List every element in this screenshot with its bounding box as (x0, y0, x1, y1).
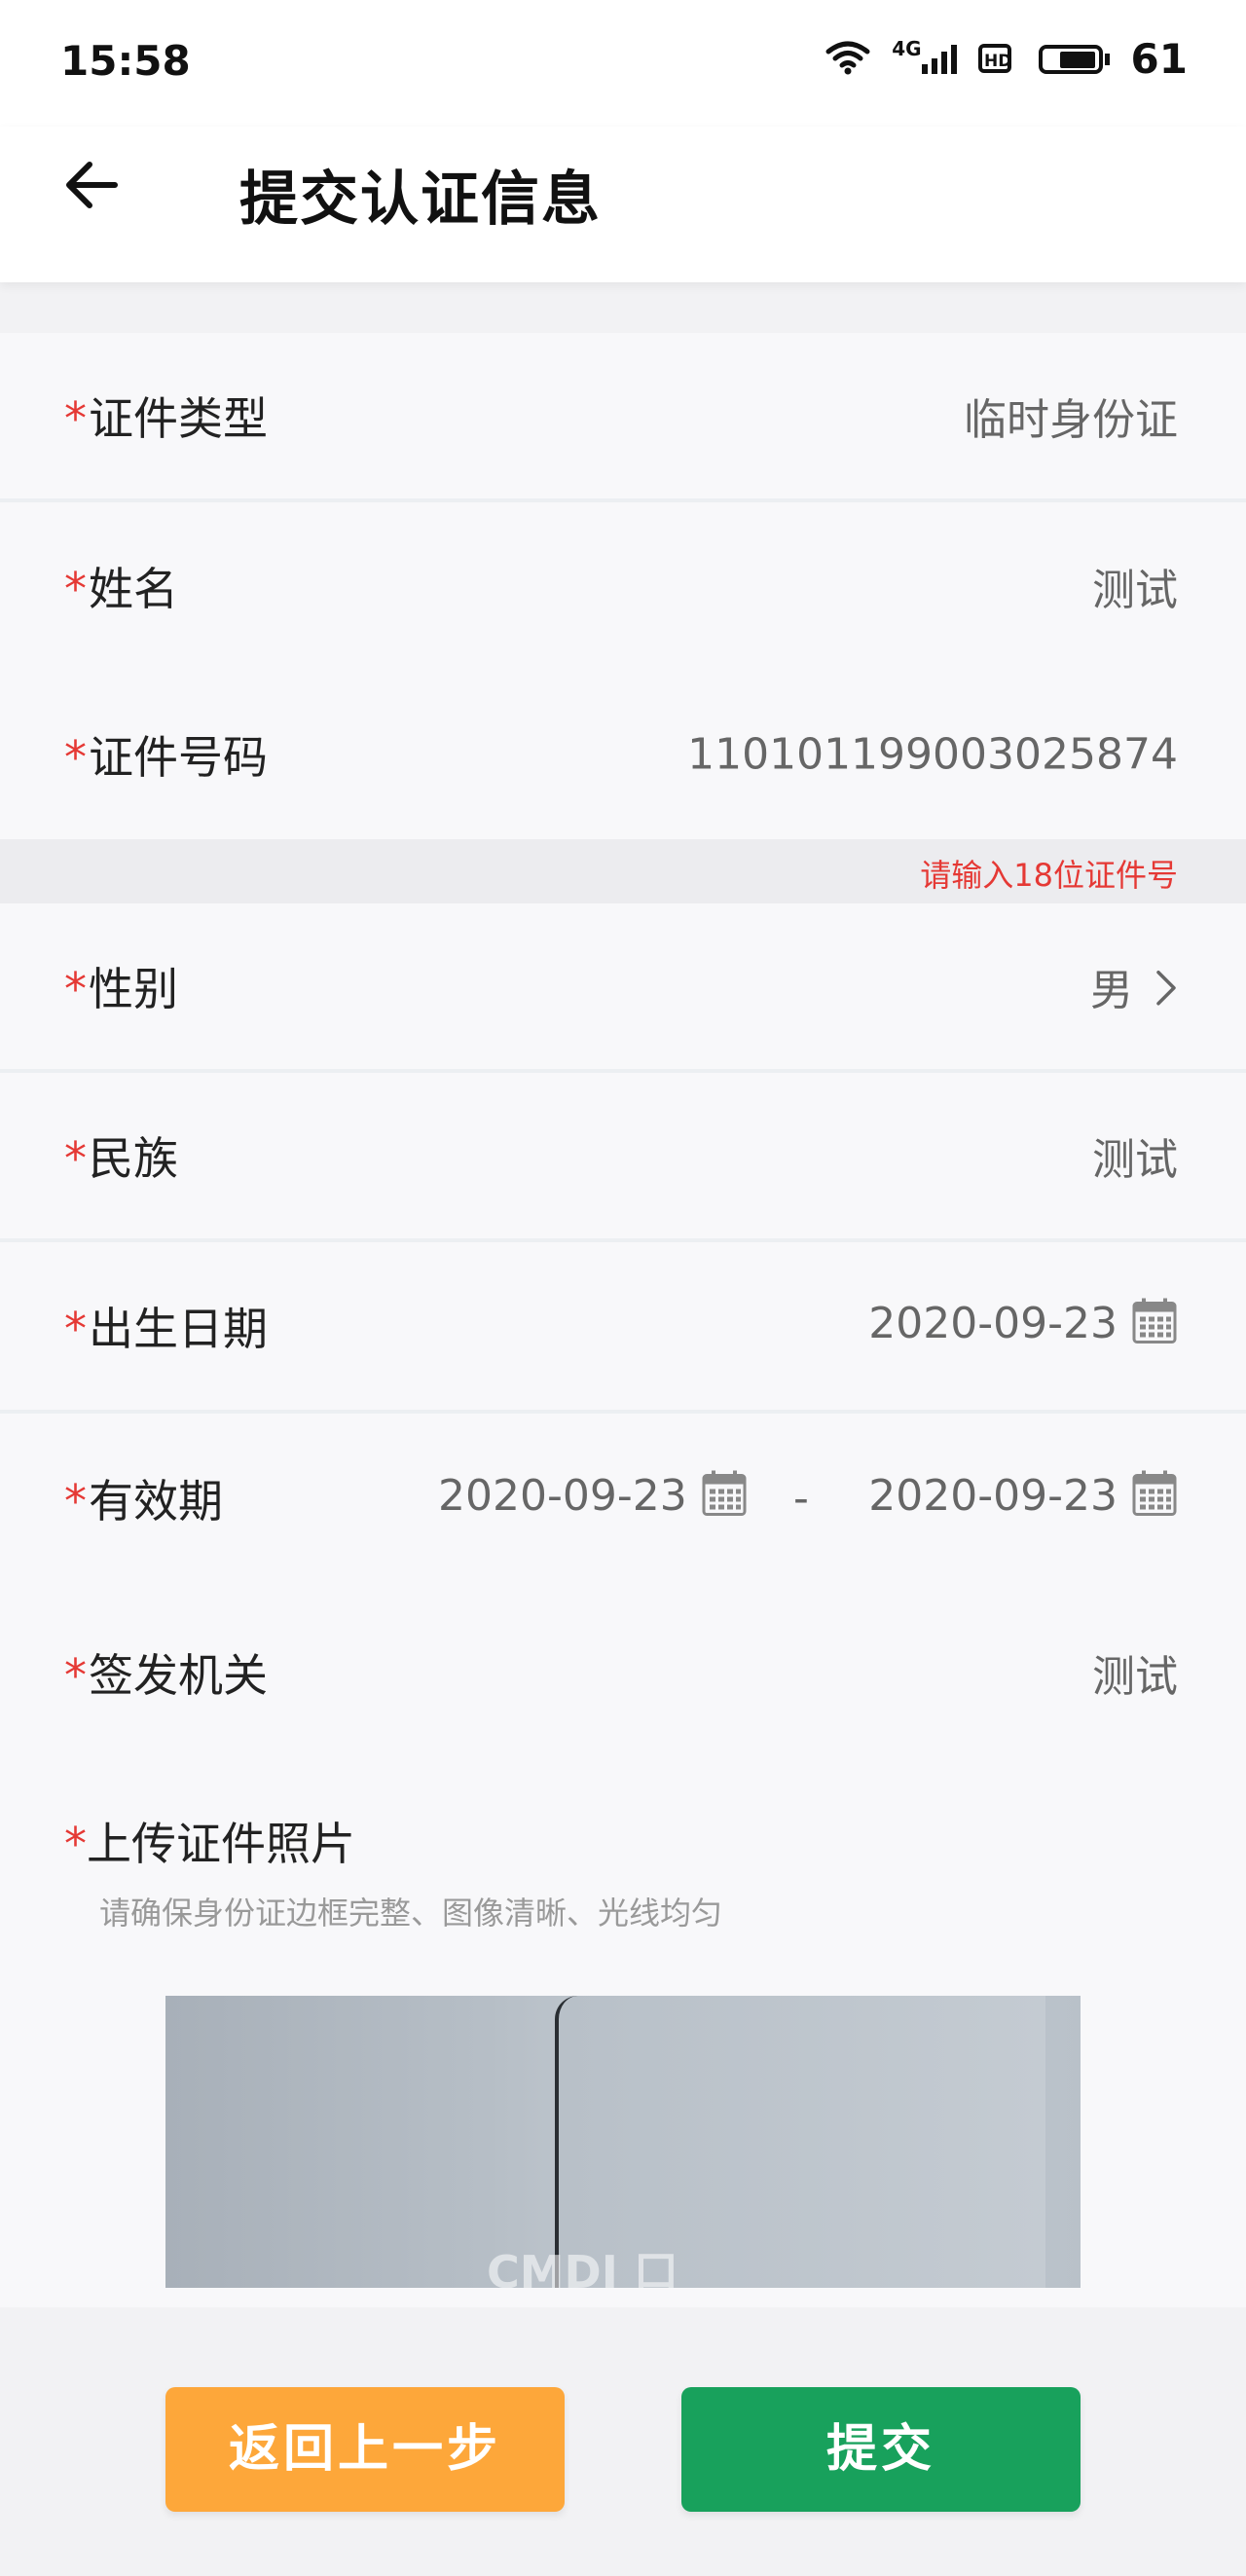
id-number-row[interactable]: *证件号码 110101199003025874 (0, 670, 1246, 839)
battery-icon (1038, 44, 1110, 74)
network-type: 4G (892, 37, 957, 74)
nav-bar (0, 127, 1246, 282)
status-time: 15:58 (60, 37, 191, 85)
required-mark: * (64, 963, 87, 1015)
name-label: 姓名 (89, 563, 178, 615)
calendar-icon[interactable] (1131, 1297, 1178, 1356)
back-button[interactable] (58, 151, 127, 219)
chevron-right-icon (1154, 968, 1178, 1017)
gender-label: 性别 (89, 963, 178, 1015)
id-type-value: 临时身份证 (964, 395, 1178, 445)
ethnicity-row[interactable]: *民族 测试 (0, 1073, 1246, 1238)
upload-section: *上传证件照片 请确保身份证边框完整、图像清晰、光线均匀 CMDI 口 (0, 1762, 1246, 2307)
validity-end-value[interactable]: 2020-09-23 (868, 1471, 1118, 1521)
issuer-row[interactable]: *签发机关 测试 (0, 1583, 1246, 1762)
signal-icon (921, 44, 957, 74)
gender-value: 男 (1090, 965, 1133, 1015)
back-step-button[interactable]: 返回上一步 (165, 2387, 565, 2512)
required-mark: * (64, 1132, 87, 1185)
id-number-input[interactable]: 110101199003025874 (687, 730, 1178, 780)
status-bar: 15:58 4G HD 61 (0, 0, 1246, 127)
svg-text:HD: HD (984, 52, 1011, 71)
upload-tip: 请确保身份证边框完整、图像清晰、光线均匀 (99, 1895, 723, 1932)
battery-level: 61 (1130, 35, 1188, 83)
birth-date-value[interactable]: 2020-09-23 (868, 1299, 1118, 1348)
validity-start-value[interactable]: 2020-09-23 (438, 1471, 687, 1521)
calendar-icon[interactable] (701, 1469, 748, 1528)
calendar-icon[interactable] (1131, 1469, 1178, 1528)
required-mark: * (64, 563, 87, 615)
photo-watermark: CMDI 口 (487, 2246, 678, 2288)
upload-label: 上传证件照片 (87, 1818, 355, 1870)
id-number-hint: 请输入18位证件号 (920, 857, 1178, 894)
wifi-icon (825, 40, 870, 79)
required-mark: * (64, 1303, 87, 1355)
hd-call-icon: HD (977, 40, 1017, 79)
issuer-input[interactable]: 测试 (1092, 1641, 1178, 1704)
bottom-action-bar: 返回上一步 提交 (0, 2309, 1246, 2576)
ethnicity-label: 民族 (89, 1132, 178, 1185)
ethnicity-input[interactable]: 测试 (1092, 1124, 1178, 1187)
issuer-label: 签发机关 (89, 1649, 268, 1702)
birth-date-label: 出生日期 (89, 1303, 268, 1355)
status-icons: 4G HD 61 (825, 35, 1188, 83)
submit-button[interactable]: 提交 (681, 2387, 1081, 2512)
id-number-label: 证件号码 (89, 731, 268, 784)
id-type-label: 证件类型 (89, 392, 268, 445)
required-mark: * (64, 1818, 87, 1870)
validity-label: 有效期 (89, 1475, 223, 1527)
gender-row[interactable]: *性别 男 (0, 903, 1246, 1069)
page-title: 提交认证信息 (239, 166, 602, 234)
id-number-hint-strip: 请输入18位证件号 (0, 839, 1246, 903)
back-arrow-icon (66, 162, 118, 208)
name-row[interactable]: *姓名 测试 (0, 502, 1246, 670)
required-mark: * (64, 731, 87, 784)
required-mark: * (64, 392, 87, 445)
birth-date-row[interactable]: *出生日期 2020-09-23 (0, 1242, 1246, 1410)
name-input[interactable]: 测试 (1092, 555, 1178, 617)
required-mark: * (64, 1649, 87, 1702)
required-mark: * (64, 1475, 87, 1527)
id-photo-preview[interactable]: CMDI 口 (165, 1996, 1081, 2288)
id-type-row[interactable]: *证件类型 临时身份证 (0, 333, 1246, 498)
validity-row[interactable]: *有效期 2020-09-23 - 2020-09-23 (0, 1414, 1246, 1583)
date-range-separator: - (793, 1473, 809, 1524)
